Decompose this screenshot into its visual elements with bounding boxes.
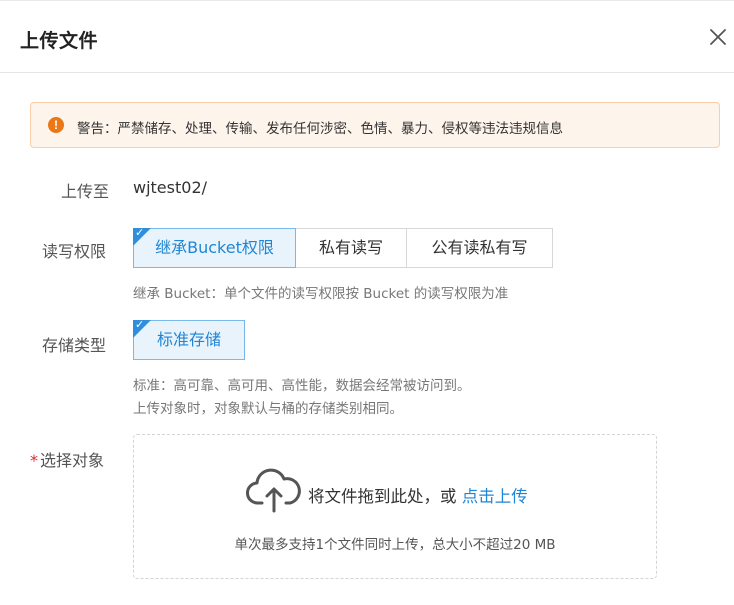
upload-to-path: wjtest02/	[133, 178, 208, 197]
select-object-label: * 选择对象	[30, 447, 104, 471]
drop-instructions: 将文件拖到此处，或 点击上传	[308, 483, 528, 507]
storage-option-standard[interactable]: ✓ 标准存储	[133, 318, 245, 360]
acl-option-public-read[interactable]: 公有读私有写	[406, 228, 553, 268]
exclamation-icon: !	[48, 117, 64, 133]
required-mark: *	[30, 451, 38, 470]
storage-hint-line2: 上传对象时，对象默认与桶的存储类别相同。	[133, 401, 403, 417]
acl-option-inherit[interactable]: ✓ 继承Bucket权限	[133, 226, 296, 268]
checkmark-icon: ✓	[135, 226, 145, 239]
dialog-title: 上传文件	[20, 30, 99, 52]
storage-hint-line1: 标准：高可靠、高可用、高性能，数据会经常被访问到。	[133, 378, 471, 394]
upload-limit-text: 单次最多支持1个文件同时上传，总大小不超过20 MB	[234, 537, 556, 553]
acl-label: 读写权限	[42, 242, 107, 261]
acl-hint: 继承 Bucket：单个文件的读写权限按 Bucket 的读写权限为准	[133, 286, 509, 302]
acl-option-label: 公有读私有写	[431, 238, 528, 257]
close-icon[interactable]	[708, 27, 728, 47]
acl-option-label: 私有读写	[318, 238, 383, 257]
cloud-upload-icon	[246, 468, 301, 513]
checkmark-icon: ✓	[135, 318, 145, 331]
upload-dialog: 上传文件 ! 警告：严禁储存、处理、传输、发布任何涉密、色情、暴力、侵权等违法违…	[0, 0, 734, 605]
acl-option-private[interactable]: 私有读写	[295, 228, 407, 268]
file-dropzone[interactable]: 将文件拖到此处，或 点击上传 单次最多支持1个文件同时上传，总大小不超过20 M…	[133, 434, 657, 579]
warning-banner: ! 警告：严禁储存、处理、传输、发布任何涉密、色情、暴力、侵权等违法违规信息	[30, 102, 720, 148]
storage-label: 存储类型	[42, 336, 107, 355]
dialog-header: 上传文件	[0, 1, 734, 73]
upload-to-label: 上传至	[61, 182, 110, 201]
drop-text: 将文件拖到此处，或	[308, 487, 457, 506]
acl-option-label: 继承Bucket权限	[155, 238, 274, 257]
warning-text: 警告：严禁储存、处理、传输、发布任何涉密、色情、暴力、侵权等违法违规信息	[77, 121, 563, 137]
click-upload-link[interactable]: 点击上传	[462, 487, 528, 506]
select-object-text: 选择对象	[40, 451, 105, 470]
storage-option-label: 标准存储	[156, 330, 221, 349]
